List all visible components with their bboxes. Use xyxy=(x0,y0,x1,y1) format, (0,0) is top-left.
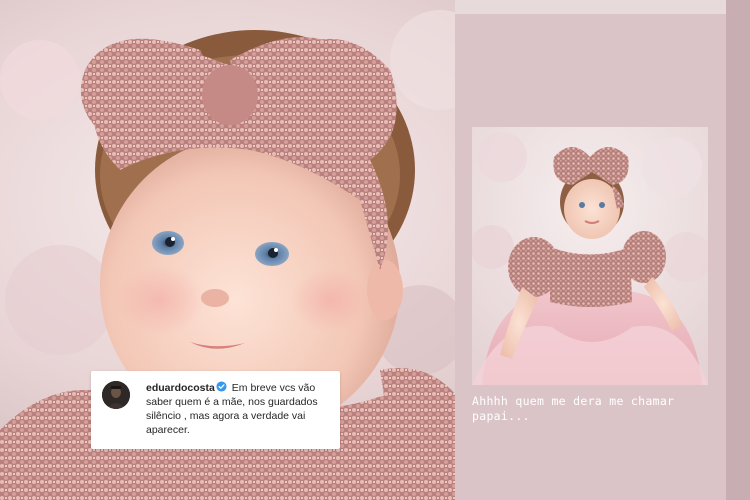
comment-text-block: eduardocosta Em breve vcs vão saber quem… xyxy=(146,381,334,437)
story-caption: Ahhhh quem me dera me chamar papai... xyxy=(472,394,682,423)
instagram-comment-card: eduardocosta Em breve vcs vão saber quem… xyxy=(91,371,340,449)
comment-username[interactable]: eduardocosta xyxy=(146,382,215,394)
story-baby-photo xyxy=(472,127,708,385)
profile-avatar[interactable] xyxy=(102,381,130,409)
composite-image: Ahhhh quem me dera me chamar papai... ed… xyxy=(0,0,750,500)
story-panel: Ahhhh quem me dera me chamar papai... xyxy=(455,14,726,500)
verified-badge-icon xyxy=(216,381,227,392)
